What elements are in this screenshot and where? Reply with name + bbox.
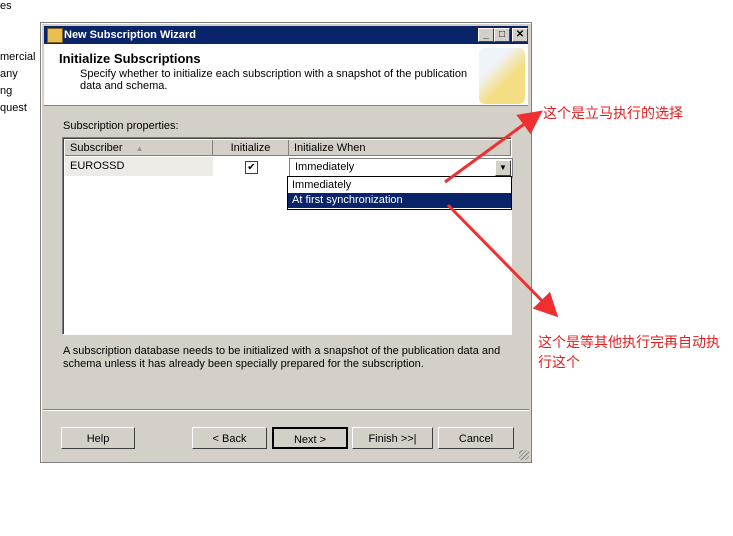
annotation-arrows (444, 110, 559, 318)
annotation-first-sync: 这个是等其他执行完再自动执行这个 (538, 334, 720, 370)
arrow-bottom (446, 203, 559, 318)
annotation-immediately: 这个是立马执行的选择 (543, 105, 683, 121)
arrow-top (444, 110, 543, 184)
